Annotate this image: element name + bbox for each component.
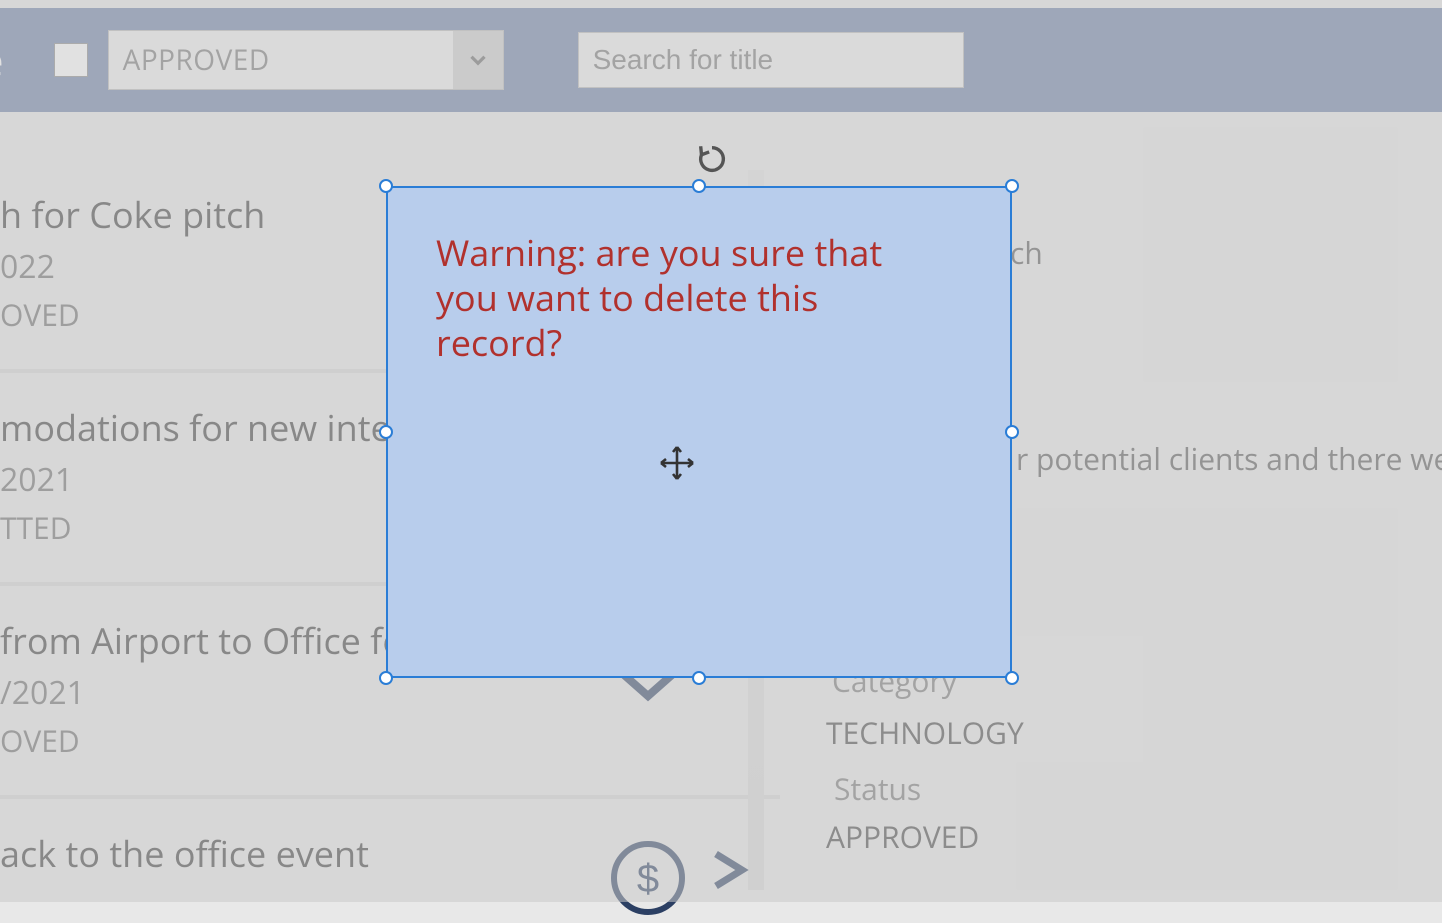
search-field-wrap[interactable]: [578, 32, 964, 88]
top-bar: se APPROVED: [0, 8, 1442, 112]
warning-message: Warning: are you sure that you want to d…: [436, 230, 936, 365]
search-input[interactable]: [593, 44, 949, 76]
detail-text-fragment: r potential clients and there were 6 of …: [1016, 438, 1442, 479]
warning-modal[interactable]: Warning: are you sure that you want to d…: [386, 186, 1012, 678]
status-label: Status: [834, 768, 921, 809]
status-filter-select[interactable]: APPROVED: [108, 30, 504, 90]
category-value: TECHNOLOGY: [826, 712, 1024, 753]
resize-handle-tl[interactable]: [379, 179, 393, 193]
dollar-circle-icon[interactable]: $: [608, 838, 688, 923]
status-filter-value: APPROVED: [123, 41, 270, 79]
arrow-right-icon[interactable]: [704, 844, 756, 901]
resize-handle-tr[interactable]: [1005, 179, 1019, 193]
status-value: APPROVED: [826, 816, 979, 857]
resize-handle-mr[interactable]: [1005, 425, 1019, 439]
resize-handle-bl[interactable]: [379, 671, 393, 685]
list-item-status: OVED: [0, 720, 770, 761]
resize-handle-ml[interactable]: [379, 425, 393, 439]
resize-handle-bm[interactable]: [692, 671, 706, 685]
page-title: se: [0, 32, 4, 89]
svg-text:$: $: [637, 857, 659, 901]
rotate-handle-icon[interactable]: [695, 142, 729, 181]
filter-checkbox[interactable]: [54, 43, 88, 77]
resize-handle-tm[interactable]: [692, 179, 706, 193]
move-cursor-icon: [658, 444, 696, 487]
detail-text-fragment: ch: [1010, 232, 1043, 273]
warning-modal-selection[interactable]: Warning: are you sure that you want to d…: [386, 186, 1012, 678]
resize-handle-br[interactable]: [1005, 671, 1019, 685]
chevron-down-icon: [453, 31, 503, 89]
